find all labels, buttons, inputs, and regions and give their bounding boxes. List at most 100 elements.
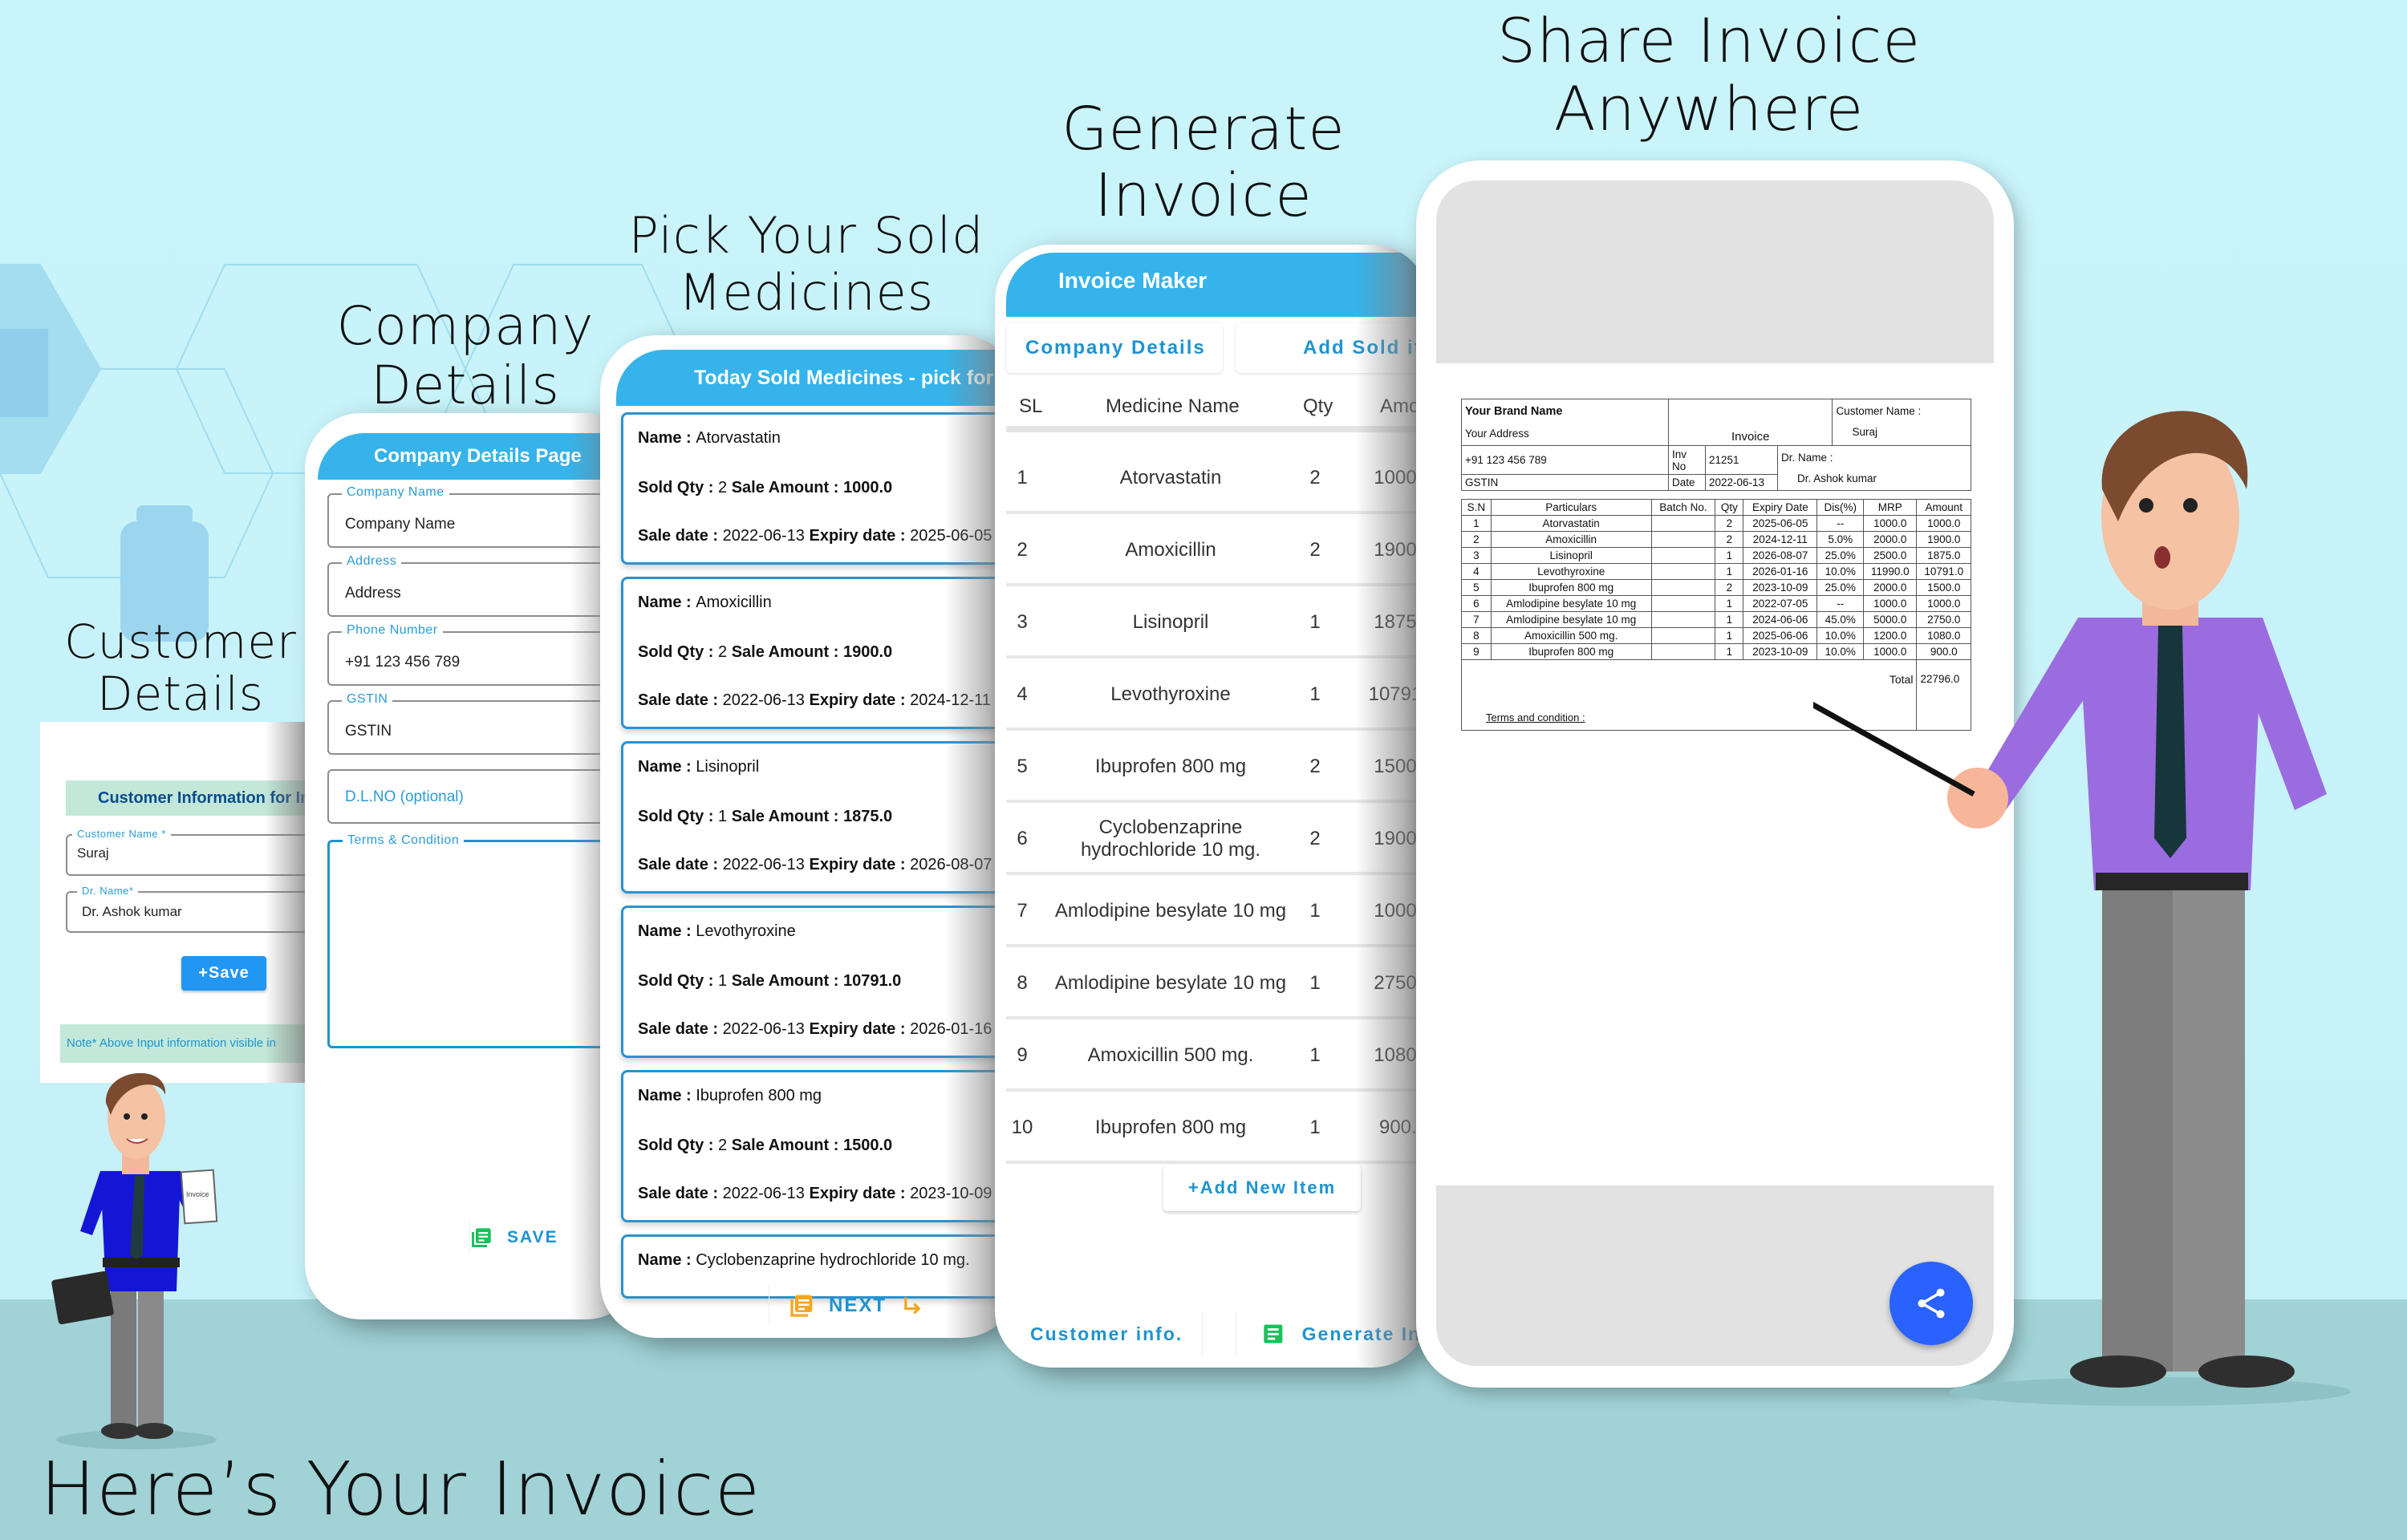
sale-date-label: Sale date : bbox=[638, 1185, 723, 1202]
medicine-card-line: Sale date : 2022-06-13 Expiry date : 202… bbox=[638, 527, 992, 545]
medicine-card[interactable]: Name : Lisinopril Sold Qty : 1 Sale Amoun… bbox=[621, 741, 1017, 894]
medicine-card-line: Sold Qty : 2 Sale Amount : 1500.0 bbox=[638, 1137, 892, 1155]
table-cell: 1 bbox=[1715, 595, 1744, 613]
name-label: Name : bbox=[638, 429, 696, 447]
table-row[interactable]: 5 Ibuprofen 800 mg 2 1500.0 bbox=[1006, 734, 1428, 803]
medicine-card-line: Name : Atorvastatin bbox=[638, 429, 781, 448]
dl-number-field[interactable]: D.L.NO (optional) bbox=[327, 769, 642, 824]
qty-value: 2 bbox=[718, 479, 732, 496]
column-header: Particulars bbox=[1490, 499, 1652, 517]
gstin-label: GSTIN bbox=[342, 692, 393, 707]
cell-name: Atorvastatin bbox=[1119, 467, 1222, 488]
qty-label: Sold Qty : bbox=[638, 643, 718, 661]
table-row[interactable]: 4Levothyroxine110791.0 bbox=[1006, 662, 1428, 731]
table-row[interactable]: 3 Lisinopril 1 1875.0 bbox=[1006, 590, 1428, 659]
pdf-top-margin bbox=[1436, 180, 1994, 363]
table-cell: 1 bbox=[1715, 547, 1744, 565]
medicine-card[interactable]: Name : Levothyroxine Sold Qty : 1 Sale Am… bbox=[621, 906, 1017, 1058]
footer-heading: Here’s Your Invoice bbox=[40, 1446, 761, 1532]
expiry-value: 2023-10-09 bbox=[910, 1185, 992, 1202]
caption-customer-details: Customer Details bbox=[48, 616, 313, 720]
expiry-value: 2026-01-16 bbox=[910, 1020, 992, 1038]
table-row[interactable]: 1 Atorvastatin 2 1000.0 bbox=[1006, 445, 1428, 514]
table-cell: 2024-06-06 bbox=[1743, 611, 1818, 629]
name-label: Name : bbox=[638, 594, 696, 611]
name-label: Name : bbox=[638, 758, 696, 776]
table-cell: 1 bbox=[1715, 611, 1744, 629]
table-cell: 1 bbox=[1461, 515, 1492, 533]
table-cell: 2 bbox=[1715, 579, 1744, 597]
invoice-maker-app-bar: Invoice Maker bbox=[1006, 253, 1428, 317]
table-cell bbox=[1650, 579, 1716, 597]
cell-qty: 1 bbox=[1309, 1044, 1321, 1066]
cell-name: Cyclobenzaprine hydrochloride 10 mg. bbox=[1080, 817, 1261, 861]
table-cell: 1 bbox=[1715, 563, 1744, 581]
customer-name-label: Customer Name * bbox=[72, 828, 171, 840]
generate-invoice-button[interactable]: Generate Invoice bbox=[1236, 1311, 1428, 1356]
company-save-button[interactable]: SAVE bbox=[469, 1222, 590, 1254]
table-cell: Amoxicillin 500 mg. bbox=[1490, 627, 1652, 645]
table-cell: 8 bbox=[1461, 627, 1492, 645]
table-cell: Amoxicillin bbox=[1490, 531, 1652, 549]
medicine-card[interactable]: Name : Amoxicillin Sold Qty : 2 Sale Amou… bbox=[621, 577, 1017, 729]
document-list-icon bbox=[472, 1228, 491, 1247]
table-cell bbox=[1650, 547, 1716, 565]
gstin-field[interactable]: GSTIN GSTIN bbox=[327, 692, 642, 755]
address-field[interactable]: Address Address bbox=[327, 554, 642, 617]
table-row[interactable]: 10 Ibuprofen 800 mg 1 900.0 bbox=[1006, 1095, 1428, 1164]
caption-line: Medicines bbox=[678, 263, 935, 322]
company-screen: Company Details Page Company Name Compan… bbox=[305, 413, 642, 1319]
gstin-value: GSTIN bbox=[345, 723, 392, 740]
document-list-icon bbox=[790, 1295, 813, 1317]
company-name-field[interactable]: Company Name Company Name bbox=[327, 485, 642, 548]
expiry-value: 2026-08-07 bbox=[910, 856, 992, 873]
table-cell bbox=[1650, 611, 1716, 629]
table-cell bbox=[1650, 595, 1716, 613]
table-cell: 2026-01-16 bbox=[1743, 563, 1818, 581]
caption-line: Pick Your Sold bbox=[628, 206, 984, 265]
expiry-label: Expiry date : bbox=[809, 527, 911, 545]
table-row[interactable]: 8 Amlodipine besylate 10 mg 1 2750.0 bbox=[1006, 950, 1428, 1019]
sale-amount: Sale Amount : 10791.0 bbox=[731, 972, 902, 990]
table-row[interactable]: 7 Amlodipine besylate 10 mg 1 1000.0 bbox=[1006, 878, 1428, 947]
table-cell: 2023-10-09 bbox=[1743, 579, 1818, 597]
phone-number-field[interactable]: Phone Number +91 123 456 789 bbox=[327, 623, 642, 686]
cell-name: Amlodipine besylate 10 mg bbox=[1054, 972, 1287, 994]
table-cell: 3 bbox=[1461, 547, 1492, 565]
customer-info-label: Customer info. bbox=[1030, 1323, 1183, 1344]
terms-condition-field[interactable]: Terms & Condition bbox=[327, 833, 642, 1048]
table-row[interactable]: 9 Amoxicillin 500 mg. 1 1080.0 bbox=[1006, 1023, 1428, 1092]
medicine-card[interactable]: Name : Atorvastatin Sold Qty : 2 Sale Amo… bbox=[621, 412, 1017, 565]
caption-line: Company bbox=[336, 295, 595, 357]
cell-name: Levothyroxine bbox=[1110, 683, 1231, 705]
date-value: 2022-06-13 bbox=[1705, 473, 1778, 492]
table-row[interactable]: 2 Amoxicillin 2 1900.0 bbox=[1006, 517, 1428, 586]
cell-qty: 1 bbox=[1309, 900, 1321, 922]
tab-company-details[interactable]: Company Details bbox=[1006, 323, 1223, 373]
presenter-illustration bbox=[1813, 411, 2351, 1406]
expiry-value: 2025-06-05 bbox=[910, 527, 992, 545]
column-header-qty: Qty bbox=[1303, 395, 1333, 417]
caption-line: Generate bbox=[1061, 95, 1346, 164]
table-row[interactable]: 6 Cyclobenzaprine hydrochloride 10 mg. 2 19… bbox=[1006, 806, 1428, 875]
tab-add-sold-items[interactable]: Add Sold items bbox=[1236, 323, 1428, 373]
medicines-next-button[interactable]: NEXT bbox=[769, 1286, 937, 1326]
qty-value: 2 bbox=[718, 643, 732, 661]
table-cell bbox=[1650, 515, 1716, 533]
sale-amount: Sale Amount : 1875.0 bbox=[731, 808, 893, 825]
column-header-sl: SL bbox=[1019, 395, 1043, 417]
medicine-card-line: Sale date : 2022-06-13 Expiry date : 202… bbox=[638, 691, 991, 710]
document-icon bbox=[1264, 1324, 1283, 1343]
table-header: SL Medicine Name Qty Amount bbox=[1006, 381, 1428, 432]
customer-info-button[interactable]: Customer info. bbox=[1006, 1311, 1203, 1356]
dl-number-placeholder: D.L.NO (optional) bbox=[345, 788, 464, 805]
sale-amount: Sale Amount : 1900.0 bbox=[731, 643, 893, 661]
add-new-item-button[interactable]: +Add New Item bbox=[1163, 1165, 1361, 1211]
caption-pick-medicines: Pick Your Sold Medicines bbox=[610, 207, 1003, 322]
customer-save-button[interactable]: +Save bbox=[181, 956, 266, 991]
phone-number-value: +91 123 456 789 bbox=[345, 654, 461, 671]
qty-value: 2 bbox=[718, 1137, 732, 1154]
cell-sl: 4 bbox=[1017, 683, 1028, 705]
medicine-card[interactable]: Name : Ibuprofen 800 mg Sold Qty : 2 Sale… bbox=[621, 1070, 1017, 1222]
cell-name: Ibuprofen 800 mg bbox=[1094, 756, 1247, 777]
